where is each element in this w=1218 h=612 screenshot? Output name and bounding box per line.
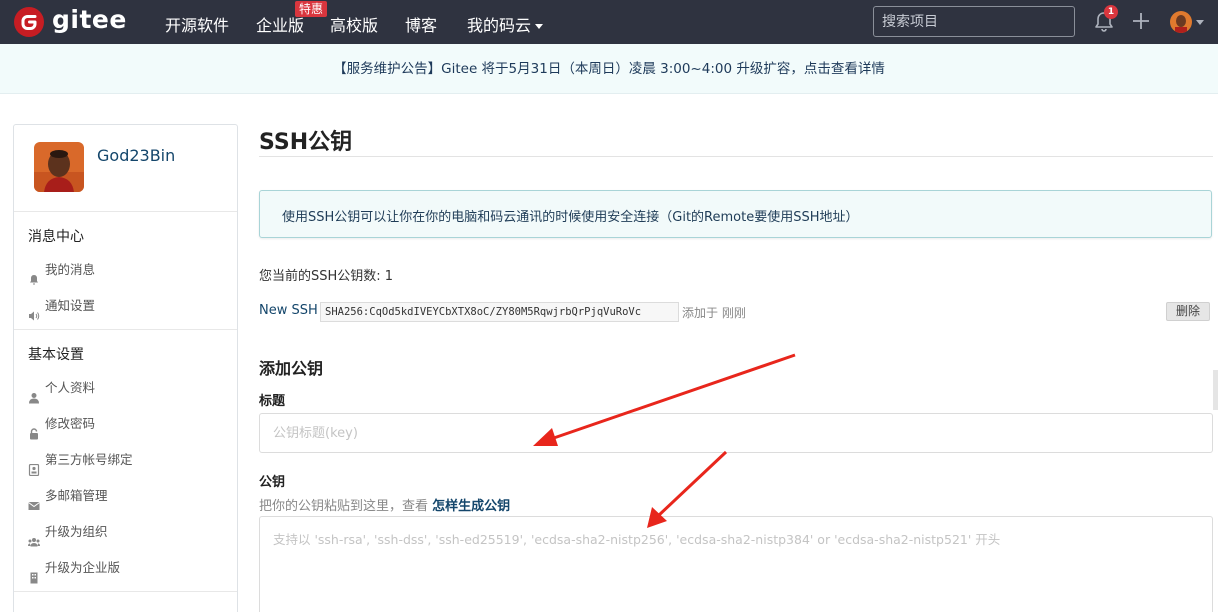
- user-icon: [28, 382, 40, 404]
- promo-badge: 特惠: [295, 1, 328, 17]
- building-icon: [28, 562, 40, 584]
- sidebar-item-upgrade-enterprise[interactable]: 升级为企业版: [14, 550, 237, 586]
- nav-blog[interactable]: 博客: [405, 12, 437, 36]
- add-key-heading: 添加公钥: [259, 359, 324, 378]
- delete-key-button[interactable]: 删除: [1166, 302, 1210, 321]
- sidebar-item-email-management[interactable]: 多邮箱管理: [14, 478, 237, 514]
- sidebar-item-change-password[interactable]: 修改密码: [14, 406, 237, 442]
- section-title-basic-settings: 基本设置: [28, 347, 84, 363]
- gitee-logo-icon[interactable]: [14, 7, 44, 37]
- page-title: SSH公钥: [259, 130, 353, 155]
- sidebar-item-third-party-binding[interactable]: 第三方帐号绑定: [14, 442, 237, 478]
- group-icon: [28, 526, 40, 547]
- ssh-info-box: 使用SSH公钥可以让你在你的电脑和码云通讯的时候使用安全连接（Git的Remot…: [259, 190, 1212, 238]
- sidebar-item-label: 升级为组织: [45, 524, 108, 539]
- sidebar-item-label: 我的消息: [45, 262, 96, 277]
- sidebar-item-label: 通知设置: [45, 298, 96, 313]
- sidebar-item-my-messages[interactable]: 我的消息: [14, 252, 237, 288]
- notification-count-badge: 1: [1104, 5, 1118, 19]
- nav-open-source[interactable]: 开源软件: [165, 12, 229, 36]
- nav-my-gitee[interactable]: 我的码云: [467, 12, 544, 36]
- key-hint: 把你的公钥粘贴到这里，查看 怎样生成公钥: [259, 495, 510, 514]
- section-title-messages: 消息中心: [28, 229, 84, 245]
- profile-username[interactable]: God23Bin: [97, 146, 175, 165]
- search-input[interactable]: [873, 6, 1075, 37]
- title-field-label: 标题: [259, 394, 286, 409]
- ssh-key-fingerprint: SHA256:CqOd5kdIVEYCbXTX8oC/ZY80M5RqwjrbQ…: [320, 302, 679, 322]
- avatar-chevron-down-icon[interactable]: [1196, 20, 1204, 25]
- gitee-logo-text[interactable]: gitee: [52, 5, 127, 34]
- sidebar-item-notification-settings[interactable]: 通知设置: [14, 288, 237, 324]
- top-navbar: gitee 开源软件 企业版 特惠 高校版 博客 我的码云 1: [0, 0, 1218, 44]
- scrollbar[interactable]: [1213, 370, 1218, 410]
- key-title-input[interactable]: [259, 413, 1213, 453]
- ssh-key-name[interactable]: New SSH: [259, 303, 318, 318]
- plus-icon[interactable]: [1130, 10, 1152, 32]
- key-hint-text: 把你的公钥粘贴到这里，查看: [259, 499, 429, 514]
- sidebar-divider: [14, 591, 237, 592]
- key-field-label: 公钥: [259, 475, 286, 490]
- speaker-icon: [28, 300, 40, 321]
- chevron-down-icon: [535, 24, 544, 29]
- profile-avatar[interactable]: [34, 142, 84, 192]
- settings-sidebar: God23Bin 消息中心 我的消息 通知设置 基本设置 个人资料 修改密码 第…: [13, 124, 238, 612]
- ssh-key-added-time: 添加于 刚刚: [682, 306, 746, 320]
- sidebar-item-upgrade-organization[interactable]: 升级为组织: [14, 514, 237, 550]
- ssh-key-count: 您当前的SSH公钥数: 1: [259, 269, 394, 284]
- sidebar-item-profile[interactable]: 个人资料: [14, 370, 237, 406]
- maintenance-announcement[interactable]: 【服务维护公告】Gitee 将于5月31日（本周日）凌晨 3:00~4:00 升…: [0, 44, 1218, 94]
- nav-my-gitee-label: 我的码云: [467, 16, 532, 35]
- sidebar-item-label: 升级为企业版: [45, 560, 121, 575]
- sidebar-item-label: 个人资料: [45, 380, 96, 395]
- sidebar-item-label: 多邮箱管理: [45, 488, 108, 503]
- nav-education[interactable]: 高校版: [330, 12, 378, 36]
- envelope-icon: [28, 490, 40, 510]
- sidebar-item-label: 修改密码: [45, 416, 96, 431]
- sidebar-item-label: 第三方帐号绑定: [45, 452, 133, 467]
- title-divider: [259, 156, 1213, 157]
- id-card-icon: [28, 454, 40, 477]
- profile-card: God23Bin: [14, 125, 237, 212]
- lock-icon: [28, 418, 40, 440]
- user-avatar[interactable]: [1170, 11, 1192, 33]
- how-to-generate-key-link[interactable]: 怎样生成公钥: [432, 499, 510, 514]
- bell-icon: [28, 264, 40, 285]
- public-key-textarea[interactable]: [259, 516, 1213, 612]
